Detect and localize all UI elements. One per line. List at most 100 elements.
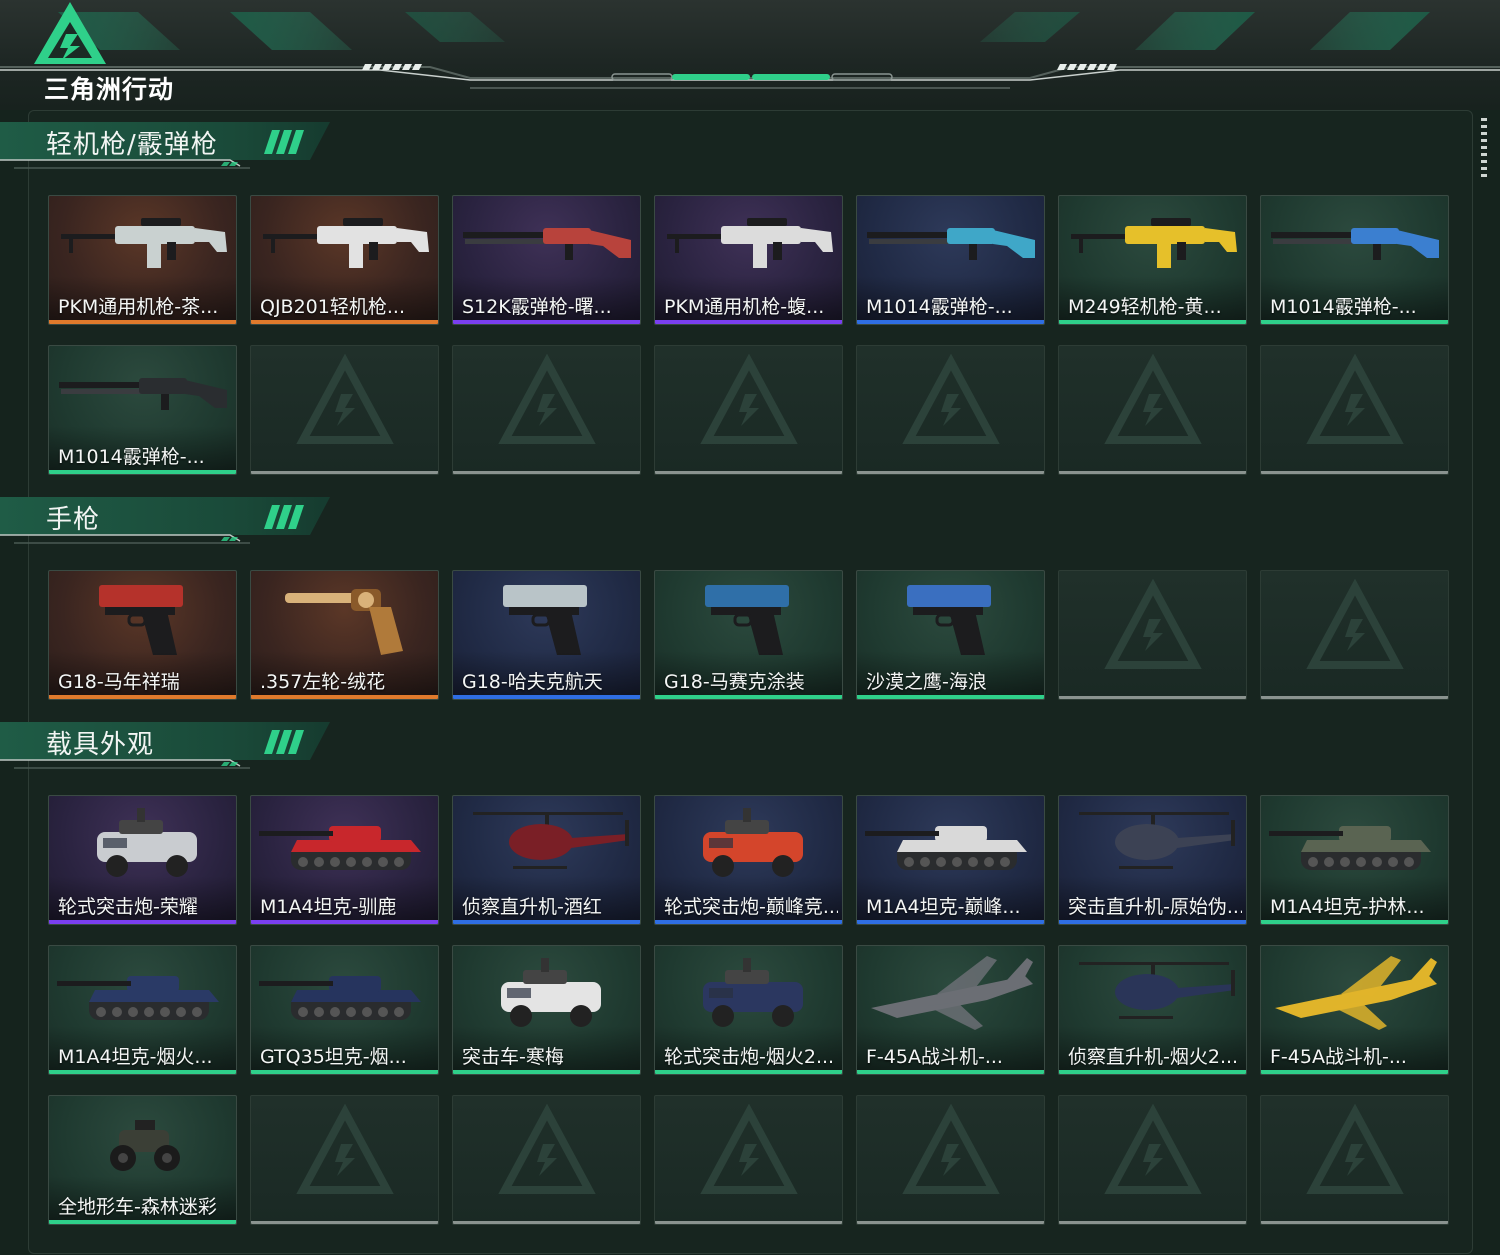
skin-card[interactable]: 侦察直升机-烟火2... bbox=[1058, 945, 1247, 1075]
empty-slot bbox=[654, 345, 843, 475]
slot-bar bbox=[1059, 696, 1246, 699]
section-title: 手枪 bbox=[46, 505, 101, 535]
skin-card[interactable]: G18-马年祥瑞 bbox=[48, 570, 237, 700]
skin-name: F-45A战斗机-... bbox=[866, 1046, 1003, 1068]
rarity-bar bbox=[49, 320, 236, 324]
skin-card[interactable]: 轮式突击炮-巅峰竞... bbox=[654, 795, 843, 925]
skin-card[interactable]: QJB201轻机枪... bbox=[250, 195, 439, 325]
skin-card[interactable]: 轮式突击炮-烟火2... bbox=[654, 945, 843, 1075]
skin-card[interactable]: PKM通用机枪-茶... bbox=[48, 195, 237, 325]
skin-card[interactable]: G18-马赛克涂装 bbox=[654, 570, 843, 700]
item-grid: 轮式突击炮-荣耀 M1A4坦克-驯鹿 侦察直升机-酒红 轮式突击炮-巅峰竞... bbox=[48, 795, 1450, 1225]
skin-card[interactable]: F-45A战斗机-... bbox=[856, 945, 1045, 1075]
shotgun-icon bbox=[1271, 228, 1439, 260]
helicopter-icon bbox=[473, 812, 629, 869]
empty-slot bbox=[1260, 570, 1449, 700]
rarity-bar bbox=[251, 920, 438, 924]
machine-gun-icon bbox=[263, 218, 429, 268]
delta-watermark-icon bbox=[700, 354, 798, 444]
empty-slot bbox=[250, 345, 439, 475]
rarity-bar bbox=[49, 920, 236, 924]
tank-icon bbox=[57, 976, 219, 1020]
empty-slot bbox=[1058, 345, 1247, 475]
slot-bar bbox=[857, 1221, 1044, 1224]
skin-card[interactable]: G18-哈夫克航天 bbox=[452, 570, 641, 700]
shotgun-icon bbox=[867, 228, 1035, 260]
delta-watermark-icon bbox=[902, 1104, 1000, 1194]
skin-name: 轮式突击炮-荣耀 bbox=[58, 896, 198, 918]
rarity-bar bbox=[49, 695, 236, 699]
skin-name: 轮式突击炮-烟火2... bbox=[664, 1046, 835, 1068]
skin-name: .357左轮-绒花 bbox=[260, 671, 386, 693]
skin-card[interactable]: M1014霰弹枪-... bbox=[856, 195, 1045, 325]
skin-card[interactable]: .357左轮-绒花 bbox=[250, 570, 439, 700]
slot-bar bbox=[1261, 1221, 1448, 1224]
rarity-bar bbox=[49, 470, 236, 474]
skin-name: M1014霰弹枪-... bbox=[58, 446, 205, 468]
rarity-bar bbox=[251, 320, 438, 324]
skin-card[interactable]: 突击车-寒梅 bbox=[452, 945, 641, 1075]
slot-bar bbox=[1059, 1221, 1246, 1224]
delta-watermark-icon bbox=[296, 354, 394, 444]
skin-card[interactable]: M249轻机枪-黄... bbox=[1058, 195, 1247, 325]
skin-card[interactable]: 轮式突击炮-荣耀 bbox=[48, 795, 237, 925]
slot-bar bbox=[1059, 471, 1246, 474]
skin-card[interactable]: 侦察直升机-酒红 bbox=[452, 795, 641, 925]
delta-watermark-icon bbox=[1104, 579, 1202, 669]
armored-car-icon bbox=[703, 808, 803, 877]
rarity-bar bbox=[453, 1070, 640, 1074]
skin-card[interactable]: F-45A战斗机-... bbox=[1260, 945, 1449, 1075]
delta-watermark-icon bbox=[1104, 354, 1202, 444]
armored-car-icon bbox=[703, 958, 803, 1027]
skin-card[interactable]: PKM通用机枪-蝮... bbox=[654, 195, 843, 325]
rarity-bar bbox=[49, 1220, 236, 1224]
pistol-icon bbox=[99, 585, 183, 655]
tank-icon bbox=[259, 976, 421, 1020]
skin-card[interactable]: M1A4坦克-护林... bbox=[1260, 795, 1449, 925]
skin-name: PKM通用机枪-蝮... bbox=[664, 296, 825, 318]
skin-name: M1A4坦克-巅峰... bbox=[866, 896, 1021, 918]
skin-card[interactable]: S12K霰弹枪-曙... bbox=[452, 195, 641, 325]
tank-icon bbox=[865, 826, 1027, 870]
delta-watermark-icon bbox=[1306, 1104, 1404, 1194]
empty-slot bbox=[856, 345, 1045, 475]
slot-bar bbox=[453, 1221, 640, 1224]
delta-watermark-icon bbox=[902, 354, 1000, 444]
skin-card[interactable]: 沙漠之鹰-海浪 bbox=[856, 570, 1045, 700]
empty-slot bbox=[250, 1095, 439, 1225]
skin-card[interactable]: M1A4坦克-驯鹿 bbox=[250, 795, 439, 925]
shotgun-icon bbox=[59, 378, 227, 410]
skin-card[interactable]: 突击直升机-原始伪... bbox=[1058, 795, 1247, 925]
delta-watermark-icon bbox=[1104, 1104, 1202, 1194]
rarity-bar bbox=[453, 920, 640, 924]
skin-card[interactable]: GTQ35坦克-烟... bbox=[250, 945, 439, 1075]
skin-name: M1A4坦克-护林... bbox=[1270, 896, 1425, 918]
pistol-icon bbox=[705, 585, 789, 655]
jet-icon bbox=[871, 956, 1033, 1030]
rarity-bar bbox=[453, 320, 640, 324]
rarity-bar bbox=[655, 1070, 842, 1074]
skin-name: 全地形车-森林迷彩 bbox=[58, 1196, 217, 1218]
skin-name: 侦察直升机-烟火2... bbox=[1068, 1046, 1239, 1068]
skin-card[interactable]: M1014霰弹枪-... bbox=[1260, 195, 1449, 325]
empty-slot bbox=[452, 1095, 641, 1225]
rarity-bar bbox=[251, 1070, 438, 1074]
pistol-icon bbox=[907, 585, 991, 655]
game-logo-text: 三角洲行动 bbox=[44, 75, 175, 104]
skin-card[interactable]: M1A4坦克-烟火... bbox=[48, 945, 237, 1075]
scrollbar[interactable] bbox=[1481, 118, 1487, 180]
skin-name: G18-马赛克涂装 bbox=[664, 671, 805, 693]
slot-bar bbox=[251, 1221, 438, 1224]
skin-name: 突击直升机-原始伪... bbox=[1068, 896, 1242, 918]
revolver-icon bbox=[285, 589, 403, 655]
rarity-bar bbox=[1059, 920, 1246, 924]
skin-card[interactable]: M1014霰弹枪-... bbox=[48, 345, 237, 475]
empty-slot bbox=[654, 1095, 843, 1225]
armored-car-icon bbox=[501, 958, 601, 1027]
rarity-bar bbox=[857, 695, 1044, 699]
delta-watermark-icon bbox=[1306, 579, 1404, 669]
item-grid: PKM通用机枪-茶... QJB201轻机枪... S12K霰弹枪-曙... P… bbox=[48, 195, 1450, 475]
skin-name: 轮式突击炮-巅峰竞... bbox=[664, 896, 838, 918]
skin-card[interactable]: M1A4坦克-巅峰... bbox=[856, 795, 1045, 925]
skin-card[interactable]: 全地形车-森林迷彩 bbox=[48, 1095, 237, 1225]
